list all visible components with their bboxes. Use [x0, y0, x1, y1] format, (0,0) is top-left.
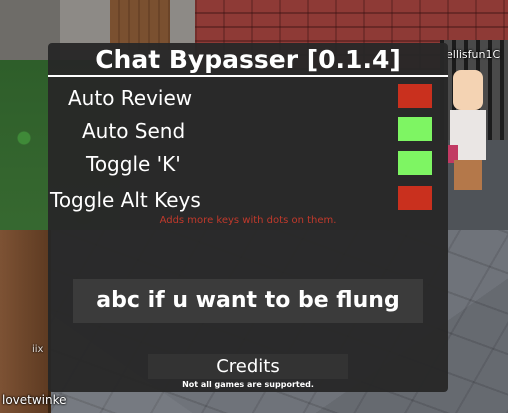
option-label-auto-send: Auto Send: [82, 119, 186, 143]
wooden-crate: [0, 230, 51, 413]
option-label-toggle-alt-keys: Toggle Alt Keys: [50, 188, 201, 212]
alt-keys-hint: Adds more keys with dots on them.: [159, 215, 337, 226]
option-label-auto-review: Auto Review: [68, 86, 193, 110]
player-avatar[interactable]: [448, 70, 488, 190]
chat-bypasser-panel: Chat Bypasser [0.1.4] Auto Review Auto S…: [48, 43, 448, 392]
title-divider: [48, 75, 448, 77]
toggle-k-toggle[interactable]: [398, 151, 432, 175]
option-label-toggle-k: Toggle 'K': [86, 152, 181, 176]
credits-button[interactable]: Credits: [148, 354, 348, 379]
avatar-head: [453, 70, 483, 110]
player-name-tag: iix: [32, 344, 44, 355]
player-name-tag: lovetwinke: [2, 393, 67, 407]
toggle-alt-keys-toggle[interactable]: [398, 186, 432, 210]
avatar-legs: [454, 160, 482, 190]
player-name-tag: ellisfun1C: [446, 48, 501, 61]
panel-title: Chat Bypasser [0.1.4]: [95, 45, 401, 74]
auto-send-toggle[interactable]: [398, 117, 432, 141]
auto-review-toggle[interactable]: [398, 84, 432, 108]
support-footnote: Not all games are supported.: [182, 380, 314, 389]
phrase-textbox[interactable]: abc if u want to be flung: [73, 279, 423, 323]
